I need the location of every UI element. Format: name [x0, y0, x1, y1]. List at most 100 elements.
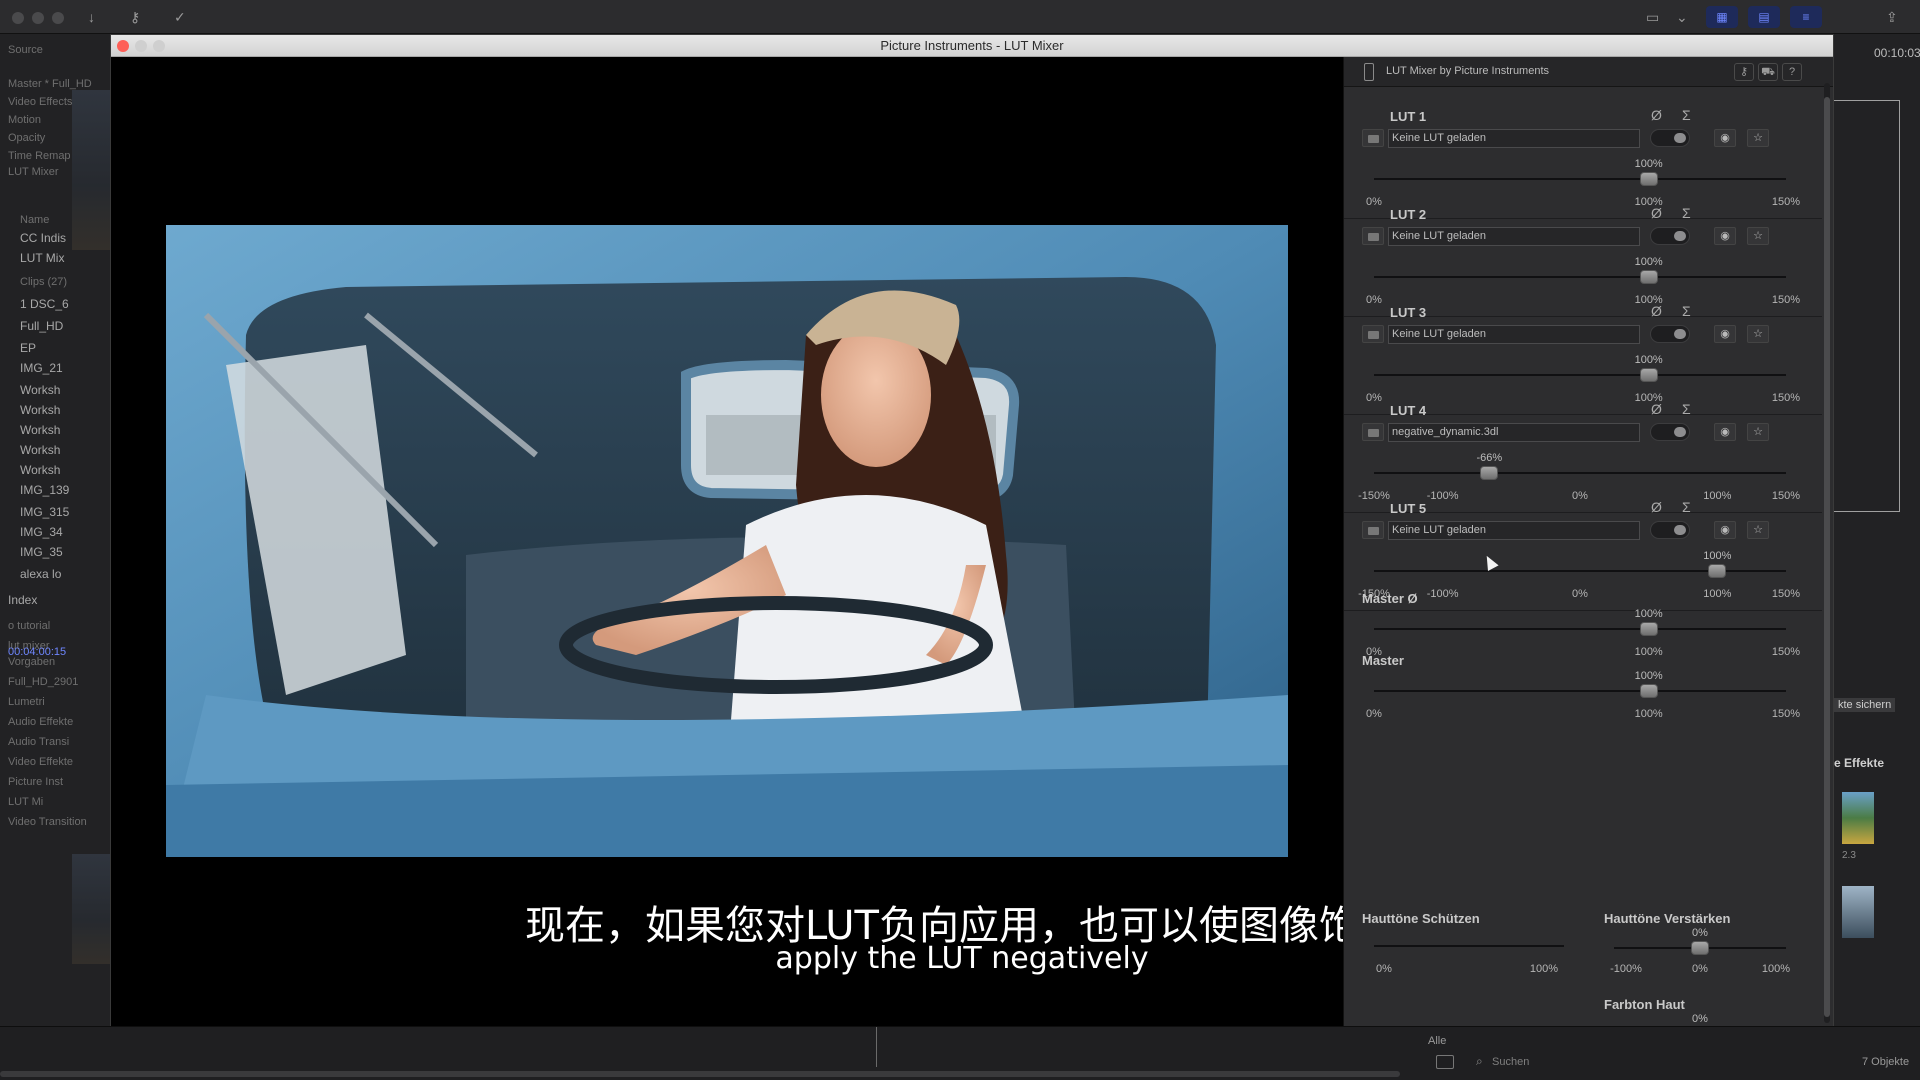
browser-row[interactable]: Worksh — [20, 382, 60, 398]
browser-row[interactable]: Video Effekte — [8, 754, 73, 770]
lut-5-preview-eye-icon[interactable]: ◉ — [1714, 521, 1736, 539]
browser-row[interactable]: 1 DSC_6 — [20, 296, 69, 312]
lut-3-favorite-star-icon[interactable]: ☆ — [1747, 325, 1769, 343]
lut-4-slider-handle[interactable] — [1480, 466, 1499, 480]
browser-row[interactable]: Worksh — [20, 422, 60, 438]
lut-3-file-field[interactable]: Keine LUT geladen — [1388, 325, 1640, 344]
browser-row[interactable]: Full_HD_2901 — [8, 674, 78, 690]
lut-5-enable-toggle[interactable] — [1650, 521, 1690, 539]
lut-5-folder-icon[interactable] — [1362, 521, 1384, 539]
browser-row[interactable]: Worksh — [20, 462, 60, 478]
panel-scrollbar-thumb[interactable] — [1824, 97, 1830, 1017]
lut-1-enable-toggle[interactable] — [1650, 129, 1690, 147]
browser-row[interactable]: LUT Mix — [20, 250, 64, 266]
master-invert-slider-track[interactable] — [1374, 628, 1786, 630]
lut-4-enable-toggle[interactable] — [1650, 423, 1690, 441]
lut-5-favorite-star-icon[interactable]: ☆ — [1747, 521, 1769, 539]
lut-2-file-field[interactable]: Keine LUT geladen — [1388, 227, 1640, 246]
help-icon[interactable]: ? — [1782, 63, 1802, 81]
preview-viewer[interactable] — [111, 57, 1343, 1026]
host-close-button[interactable] — [12, 12, 24, 24]
browser-row[interactable]: Audio Transi — [8, 734, 69, 750]
playhead[interactable] — [876, 1027, 877, 1067]
save-effects-button[interactable]: kte sichern — [1834, 698, 1896, 712]
lut-5-slider-handle[interactable] — [1708, 564, 1727, 578]
browser-row[interactable]: CC Indis — [20, 230, 66, 246]
browser-row[interactable]: Worksh — [20, 402, 60, 418]
lut-3-sum-icon[interactable]: Σ — [1682, 303, 1691, 319]
lut-5-invert-icon[interactable]: Ø — [1651, 499, 1662, 515]
filter-all-label[interactable]: Alle — [1428, 1035, 1446, 1047]
skin-enhance-slider-handle[interactable] — [1691, 941, 1709, 955]
browser-row[interactable]: Picture Inst — [8, 774, 63, 790]
browser-row[interactable]: alexa lo — [20, 566, 61, 582]
host-zoom-button[interactable] — [52, 12, 64, 24]
lut-3-invert-icon[interactable]: Ø — [1651, 303, 1662, 319]
checkmark-icon[interactable]: ✓ — [174, 8, 186, 26]
browser-row[interactable]: Time Remap — [8, 148, 71, 164]
lut-1-slider-handle[interactable] — [1639, 172, 1658, 186]
lut-1-sum-icon[interactable]: Σ — [1682, 107, 1691, 123]
lut-2-preview-eye-icon[interactable]: ◉ — [1714, 227, 1736, 245]
browser-row[interactable]: LUT Mi — [8, 794, 43, 810]
browser-row[interactable]: Master * Full_HD — [8, 76, 92, 92]
window-zoom-button[interactable] — [153, 40, 165, 52]
effect-thumbnail[interactable] — [1842, 792, 1874, 844]
lut-2-slider-handle[interactable] — [1639, 270, 1658, 284]
lut-4-sum-icon[interactable]: Σ — [1682, 401, 1691, 417]
browser-row[interactable]: IMG_34 — [20, 524, 63, 540]
grid-view-button[interactable]: ▦ — [1706, 6, 1738, 28]
lut-2-slider-track[interactable] — [1374, 276, 1786, 278]
inspector-view-button[interactable]: ≡ — [1790, 6, 1822, 28]
lut-3-slider-handle[interactable] — [1639, 368, 1658, 382]
browser-row[interactable]: Worksh — [20, 442, 60, 458]
cart-icon[interactable]: ⛟ — [1758, 63, 1778, 81]
lut-4-preview-eye-icon[interactable]: ◉ — [1714, 423, 1736, 441]
display-icon[interactable]: ▭ — [1646, 8, 1659, 26]
browser-row[interactable]: Name — [20, 212, 49, 228]
lut-2-enable-toggle[interactable] — [1650, 227, 1690, 245]
key-icon[interactable]: ⚷ — [130, 8, 140, 26]
sidebar-toggle-icon[interactable] — [1436, 1055, 1454, 1069]
browser-row[interactable]: Audio Effekte — [8, 714, 73, 730]
search-input[interactable]: Suchen — [1492, 1056, 1529, 1068]
effect-thumbnail-2[interactable] — [1842, 886, 1874, 938]
lut-5-sum-icon[interactable]: Σ — [1682, 499, 1691, 515]
lut-3-folder-icon[interactable] — [1362, 325, 1384, 343]
lut-3-slider-track[interactable] — [1374, 374, 1786, 376]
browser-row[interactable]: o tutorial — [8, 618, 50, 634]
window-titlebar[interactable]: Picture Instruments - LUT Mixer — [111, 35, 1833, 57]
browser-row[interactable]: IMG_35 — [20, 544, 63, 560]
browser-row[interactable]: Lumetri — [8, 694, 45, 710]
browser-row[interactable]: IMG_315 — [20, 504, 69, 520]
browser-row[interactable]: IMG_139 — [20, 482, 69, 498]
lut-2-folder-icon[interactable] — [1362, 227, 1384, 245]
browser-row[interactable]: Clips (27) — [20, 274, 67, 290]
lut-4-file-field[interactable]: negative_dynamic.3dl — [1388, 423, 1640, 442]
lut-1-invert-icon[interactable]: Ø — [1651, 107, 1662, 123]
browser-row[interactable]: IMG_21 — [20, 360, 63, 376]
master-invert-slider-handle[interactable] — [1639, 622, 1658, 636]
timeline-view-button[interactable]: ▤ — [1748, 6, 1780, 28]
lut-5-file-field[interactable]: Keine LUT geladen — [1388, 521, 1640, 540]
lut-1-file-field[interactable]: Keine LUT geladen — [1388, 129, 1640, 148]
lut-4-slider-track[interactable] — [1374, 472, 1786, 474]
lut-3-enable-toggle[interactable] — [1650, 325, 1690, 343]
master-slider-track[interactable] — [1374, 690, 1786, 692]
browser-row[interactable]: Opacity — [8, 130, 45, 146]
chevron-down-icon[interactable]: ⌄ — [1676, 8, 1688, 26]
lut-2-invert-icon[interactable]: Ø — [1651, 205, 1662, 221]
import-icon[interactable]: ↓ — [88, 8, 95, 26]
lut-1-slider-track[interactable] — [1374, 178, 1786, 180]
host-minimize-button[interactable] — [32, 12, 44, 24]
browser-row[interactable]: Source — [8, 42, 43, 58]
effects-popup[interactable]: e Effekte — [1834, 756, 1884, 770]
lut-4-invert-icon[interactable]: Ø — [1651, 401, 1662, 417]
lut-1-preview-eye-icon[interactable]: ◉ — [1714, 129, 1736, 147]
browser-row[interactable]: Motion — [8, 112, 41, 128]
master-slider-handle[interactable] — [1639, 684, 1658, 698]
browser-row[interactable]: Full_HD — [20, 318, 63, 334]
lut-2-sum-icon[interactable]: Σ — [1682, 205, 1691, 221]
lut-4-folder-icon[interactable] — [1362, 423, 1384, 441]
window-minimize-button[interactable] — [135, 40, 147, 52]
